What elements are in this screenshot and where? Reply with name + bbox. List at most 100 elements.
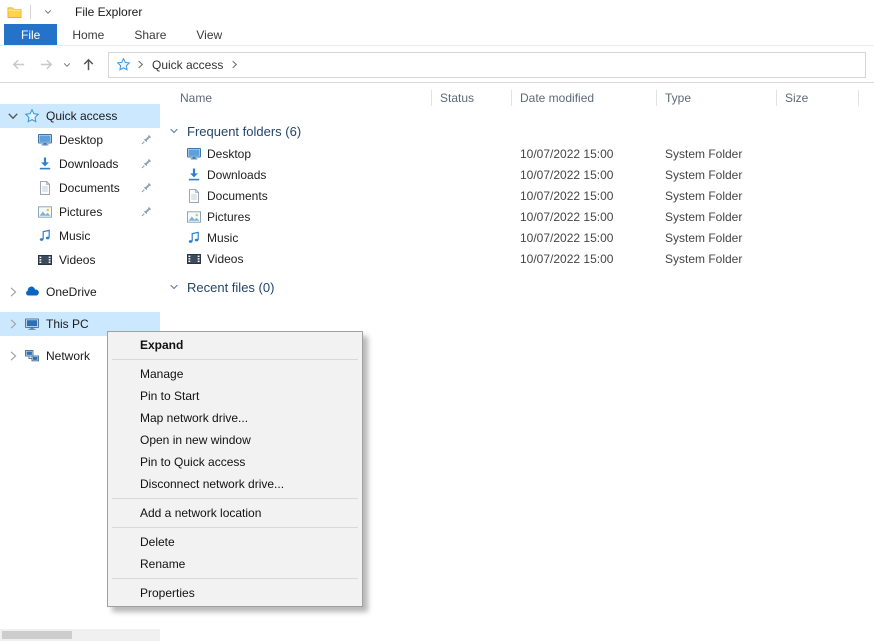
address-bar[interactable]: Quick access — [108, 52, 866, 78]
forward-arrow-icon — [38, 56, 55, 73]
chevron-down-icon — [62, 60, 72, 70]
file-date-modified-cell: 10/07/2022 15:00 — [512, 168, 657, 182]
file-name-cell: Music — [172, 230, 432, 246]
sidebar-item-label: Network — [46, 349, 90, 363]
file-name: Documents — [207, 189, 268, 203]
ribbon-tab-file[interactable]: File — [4, 24, 57, 45]
titlebar: File Explorer — [0, 0, 874, 24]
quick-access-toolbar-chevron-down-icon[interactable] — [43, 7, 53, 17]
back-button[interactable] — [4, 51, 32, 79]
file-name-cell: Videos — [172, 251, 432, 267]
document-icon — [37, 180, 53, 196]
group-header-label: Recent files (0) — [187, 280, 274, 295]
file-row-desktop[interactable]: Desktop10/07/2022 15:00System Folder — [160, 143, 874, 164]
recent-locations-button[interactable] — [60, 51, 74, 79]
file-name-cell: Desktop — [172, 146, 432, 162]
menu-separator — [112, 527, 358, 528]
menu-separator — [112, 359, 358, 360]
menu-item-pin-to-start[interactable]: Pin to Start — [110, 385, 360, 407]
file-row-music[interactable]: Music10/07/2022 15:00System Folder — [160, 227, 874, 248]
file-type-cell: System Folder — [657, 189, 777, 203]
sidebar-item-downloads[interactable]: Downloads — [0, 152, 160, 176]
music-icon — [37, 228, 53, 244]
sidebar-item-label: Videos — [59, 253, 95, 267]
menu-item-pin-to-quick-access[interactable]: Pin to Quick access — [110, 451, 360, 473]
sidebar-scrollbar-thumb[interactable] — [2, 631, 72, 639]
menu-item-properties[interactable]: Properties — [110, 582, 360, 604]
file-row-videos[interactable]: Videos10/07/2022 15:00System Folder — [160, 248, 874, 269]
menu-item-disconnect-network-drive[interactable]: Disconnect network drive... — [110, 473, 360, 495]
file-name: Music — [207, 231, 238, 245]
column-header-row: Name Status Date modified Type Size — [160, 83, 874, 113]
pin-icon — [140, 181, 153, 194]
sidebar-item-label: Music — [59, 229, 90, 243]
file-row-documents[interactable]: Documents10/07/2022 15:00System Folder — [160, 185, 874, 206]
menu-item-rename[interactable]: Rename — [110, 553, 360, 575]
menu-separator — [112, 578, 358, 579]
file-list: Frequent folders (6) Desktop 10/07/2022 15… — [160, 119, 874, 299]
sidebar-item-videos[interactable]: Videos — [0, 248, 160, 272]
chevron-down-icon — [168, 281, 180, 293]
menu-item-map-network-drive[interactable]: Map network drive... — [110, 407, 360, 429]
sidebar-item-music[interactable]: Music — [0, 224, 160, 248]
menu-item-expand[interactable]: Expand — [110, 334, 360, 356]
app-folder-icon — [7, 5, 22, 20]
menu-item-manage[interactable]: Manage — [110, 363, 360, 385]
chevron-down-icon[interactable] — [5, 108, 21, 124]
sidebar-item-desktop[interactable]: Desktop — [0, 128, 160, 152]
sidebar-item-label: Documents — [59, 181, 120, 195]
chevron-right-icon[interactable] — [5, 348, 21, 364]
cloud-icon — [24, 284, 40, 300]
window-title: File Explorer — [75, 5, 142, 19]
column-header-date-modified[interactable]: Date modified — [512, 83, 657, 113]
sidebar-item-quick-access[interactable]: Quick access — [0, 104, 160, 128]
group-header-frequent-folders-6[interactable]: Frequent folders (6) — [160, 119, 874, 143]
desktop-icon — [37, 132, 53, 148]
video-icon — [186, 251, 202, 267]
sidebar-item-label: OneDrive — [46, 285, 97, 299]
column-header-type[interactable]: Type — [657, 83, 777, 113]
sidebar-item-onedrive[interactable]: OneDrive — [0, 280, 160, 304]
forward-button[interactable] — [32, 51, 60, 79]
file-name: Pictures — [207, 210, 250, 224]
pin-icon — [140, 205, 153, 218]
column-header-status[interactable]: Status — [432, 83, 512, 113]
column-header-name[interactable]: Name — [172, 83, 432, 113]
column-header-size[interactable]: Size — [777, 83, 859, 113]
file-row-pictures[interactable]: Pictures10/07/2022 15:00System Folder — [160, 206, 874, 227]
video-icon — [37, 252, 53, 268]
up-button[interactable] — [74, 51, 102, 79]
ribbon-tab-share[interactable]: Share — [119, 24, 181, 45]
file-name-cell: Pictures — [172, 209, 432, 225]
ribbon-tab-view[interactable]: View — [181, 24, 237, 45]
breadcrumb-quick-access[interactable]: Quick access — [150, 56, 225, 74]
ribbon-tab-home[interactable]: Home — [57, 24, 119, 45]
group-header-recent-files-0[interactable]: Recent files (0) — [160, 275, 874, 299]
menu-item-delete[interactable]: Delete — [110, 531, 360, 553]
back-arrow-icon — [10, 56, 27, 73]
document-icon — [186, 188, 202, 204]
file-type-cell: System Folder — [657, 252, 777, 266]
file-date-modified-cell: 10/07/2022 15:00 — [512, 210, 657, 224]
chevron-right-icon[interactable] — [5, 316, 21, 332]
picture-icon — [186, 209, 202, 225]
breadcrumb-chevron-icon[interactable] — [230, 58, 239, 71]
file-name-cell: Downloads — [172, 167, 432, 183]
menu-item-add-a-network-location[interactable]: Add a network location — [110, 502, 360, 524]
breadcrumb-chevron-icon[interactable] — [136, 58, 145, 71]
sidebar-scrollbar[interactable] — [0, 629, 160, 641]
titlebar-separator — [30, 5, 31, 19]
file-name: Downloads — [207, 168, 266, 182]
up-arrow-icon — [80, 56, 97, 73]
sidebar-item-documents[interactable]: Documents — [0, 176, 160, 200]
sidebar-item-pictures[interactable]: Pictures — [0, 200, 160, 224]
pin-icon — [140, 133, 153, 146]
download-icon — [37, 156, 53, 172]
file-name: Videos — [207, 252, 243, 266]
chevron-right-icon[interactable] — [5, 284, 21, 300]
file-date-modified-cell: 10/07/2022 15:00 — [512, 147, 657, 161]
file-row-downloads[interactable]: Downloads10/07/2022 15:00System Folder — [160, 164, 874, 185]
star-icon — [24, 108, 40, 124]
sidebar-item-label: Downloads — [59, 157, 118, 171]
menu-item-open-in-new-window[interactable]: Open in new window — [110, 429, 360, 451]
